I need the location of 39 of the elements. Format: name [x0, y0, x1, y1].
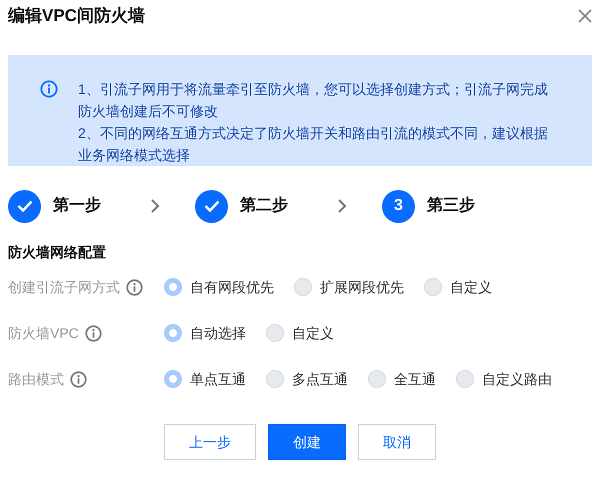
dialog-button[interactable]: 取消 — [358, 424, 436, 460]
step-indicator: 3 — [382, 190, 415, 222]
info-text: 2、不同的网络互通方式决定了防火墙开关和路由引流的模式不同，建议根据业务网络模式选择 — [78, 124, 549, 165]
dialog-button[interactable]: 上一步 — [164, 424, 256, 460]
close-button[interactable] — [576, 7, 594, 25]
radio-button[interactable] — [266, 324, 284, 342]
section-title: 防火墙网络配置 — [7, 243, 107, 262]
field-label: 创建引流子网方式 — [8, 278, 120, 296]
radio-button[interactable] — [294, 278, 312, 296]
info-icon — [40, 80, 58, 98]
chevron-right-icon — [150, 198, 160, 214]
radio-label: 自定义路由 — [482, 370, 552, 388]
radio-label: 自有网段优先 — [190, 278, 274, 296]
create-button[interactable]: 创建 — [268, 424, 346, 460]
step-label: 第三步 — [427, 196, 476, 216]
step-label: 第二步 — [240, 196, 289, 216]
info-icon — [126, 278, 143, 296]
dialog-title: 编辑VPC间防火墙 — [8, 5, 145, 28]
info-icon — [70, 370, 87, 388]
chevron-right-icon — [337, 198, 347, 214]
radio-button[interactable] — [456, 370, 474, 388]
radio-button[interactable] — [368, 370, 386, 388]
radio-button[interactable] — [266, 370, 284, 388]
radio-button[interactable] — [424, 278, 442, 296]
info-text: 1、引流子网用于将流量牵引至防火墙，您可以选择创建方式；引流子网完成防火墙创建后不可修改 — [78, 80, 549, 121]
radio-label: 单点互通 — [190, 370, 246, 388]
radio-label: 自动选择 — [190, 324, 246, 342]
info-icon — [84, 324, 102, 342]
radio-label: 多点互通 — [292, 370, 348, 388]
radio-label: 扩展网段优先 — [320, 278, 404, 296]
step-label: 第一步 — [53, 196, 102, 216]
radio-label: 自定义 — [292, 324, 334, 342]
field-label: 路由模式 — [8, 370, 64, 388]
radio-label: 自定义 — [450, 278, 492, 296]
radio-button[interactable] — [164, 278, 182, 296]
radio-button[interactable] — [164, 324, 182, 342]
field-label: 防火墙VPC — [8, 324, 79, 342]
radio-button[interactable] — [164, 370, 182, 388]
radio-label: 全互通 — [394, 370, 436, 388]
